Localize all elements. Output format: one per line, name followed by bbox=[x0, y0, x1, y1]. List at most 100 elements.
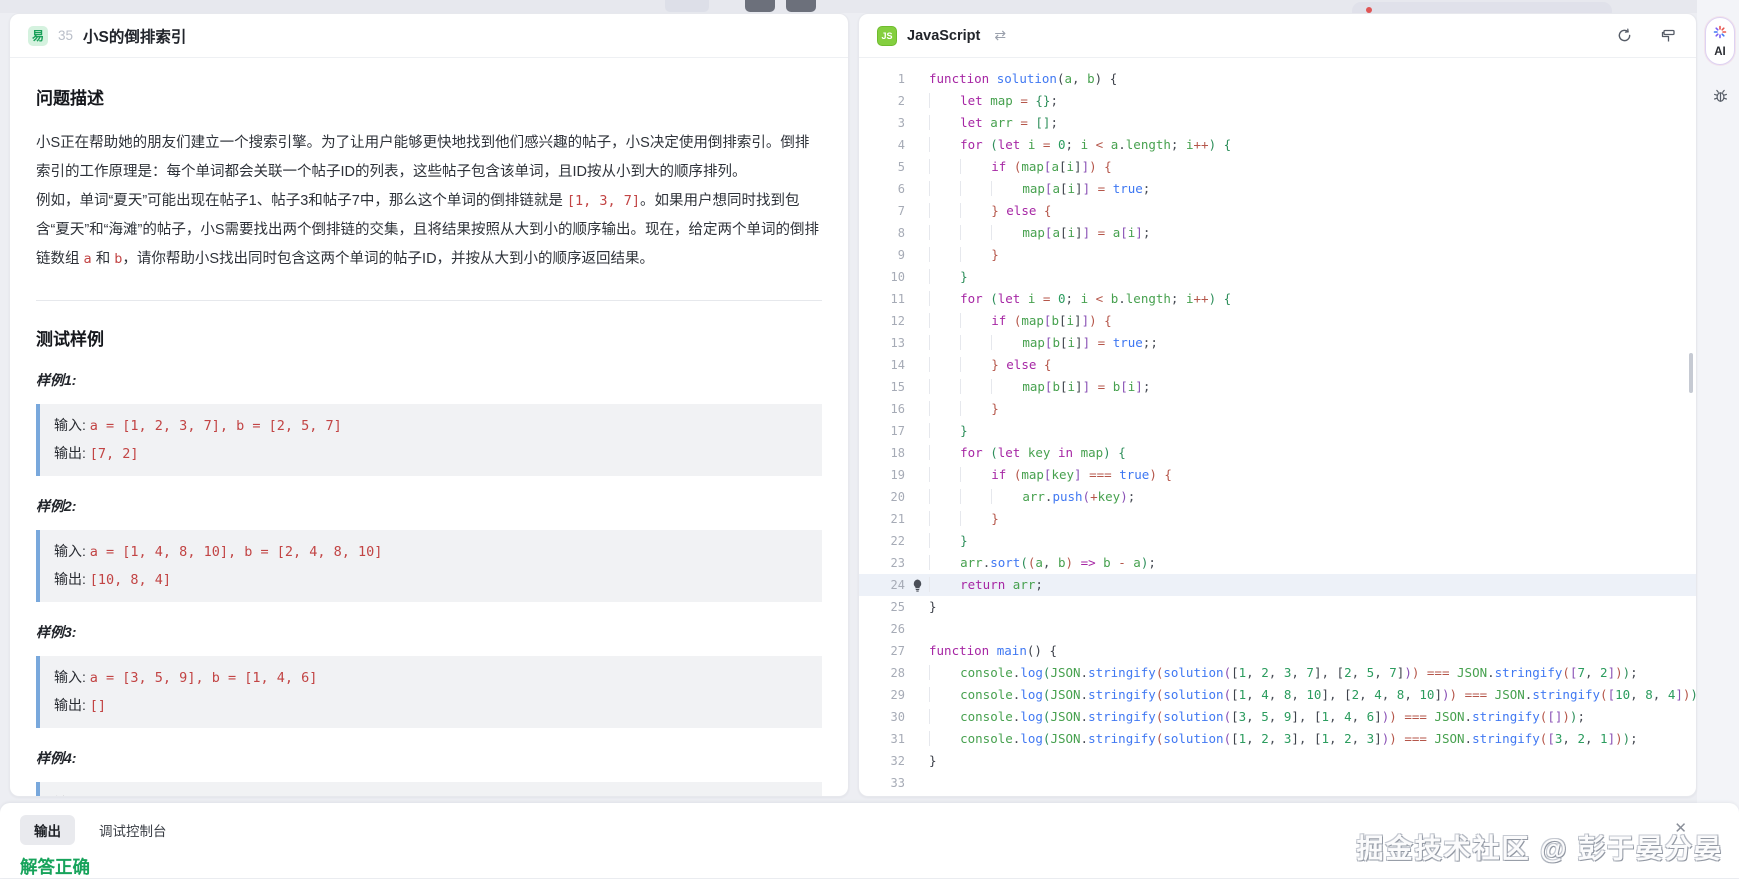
code-line[interactable]: 4 for (let i = 0; i < a.length; i++) { bbox=[859, 134, 1696, 156]
code-line[interactable]: 23 arr.sort((a, b) => b - a); bbox=[859, 552, 1696, 574]
io-value: [10, 8, 4] bbox=[90, 572, 171, 588]
gutter bbox=[905, 442, 929, 464]
code-line[interactable]: 15 map[b[i]] = b[i]; bbox=[859, 376, 1696, 398]
code-text: } bbox=[929, 398, 1696, 420]
code-line[interactable]: 31 console.log(JSON.stringify(solution([… bbox=[859, 728, 1696, 750]
code-line[interactable]: 22 } bbox=[859, 530, 1696, 552]
line-number: 15 bbox=[859, 376, 905, 398]
toolbar-button[interactable] bbox=[745, 0, 775, 12]
code-line[interactable]: 32} bbox=[859, 750, 1696, 772]
lightbulb-icon[interactable] bbox=[905, 574, 929, 596]
code-line[interactable]: 27function main() { bbox=[859, 640, 1696, 662]
code-line[interactable]: 6 map[a[i]] = true; bbox=[859, 178, 1696, 200]
line-number: 8 bbox=[859, 222, 905, 244]
switch-language-icon[interactable]: ⇄ bbox=[994, 27, 1006, 44]
code-line[interactable]: 20 arr.push(+key); bbox=[859, 486, 1696, 508]
example-label: 样例2: bbox=[36, 496, 822, 516]
tab-output[interactable]: 输出 bbox=[20, 815, 75, 845]
description-text: 例如，单词“夏天”可能出现在帖子1、帖子3和帖子7中，那么这个单词的倒排链就是 bbox=[36, 193, 567, 209]
code-editor[interactable]: 1function solution(a, b) {2 let map = {}… bbox=[859, 58, 1696, 797]
io-value: a = [1, 2, 3], b = [1, 2, 3] bbox=[90, 796, 318, 797]
code-text: } bbox=[929, 508, 1696, 530]
line-number: 10 bbox=[859, 266, 905, 288]
code-line[interactable]: 33 bbox=[859, 772, 1696, 794]
code-line[interactable]: 11 for (let i = 0; i < b.length; i++) { bbox=[859, 288, 1696, 310]
code-line[interactable]: 21 } bbox=[859, 508, 1696, 530]
inline-code: a bbox=[84, 251, 92, 267]
description-paragraph: 例如，单词“夏天”可能出现在帖子1、帖子3和帖子7中，那么这个单词的倒排链就是 … bbox=[36, 187, 822, 274]
close-icon[interactable]: ✕ bbox=[1674, 819, 1687, 837]
code-line[interactable]: 10 } bbox=[859, 266, 1696, 288]
code-line[interactable]: 3 let arr = []; bbox=[859, 112, 1696, 134]
description-text: ，请你帮助小S找出同时包含这两个单词的帖子ID，并按从大到小的顺序返回结果。 bbox=[122, 251, 654, 267]
gutter bbox=[905, 156, 929, 178]
code-line[interactable]: 2 let map = {}; bbox=[859, 90, 1696, 112]
description-text: 和 bbox=[92, 251, 115, 267]
gutter bbox=[905, 464, 929, 486]
problem-description: 小S正在帮助她的朋友们建立一个搜索引擎。为了让用户能够更快地找到他们感兴趣的帖子… bbox=[36, 129, 822, 274]
code-text: function main() { bbox=[929, 640, 1696, 662]
gutter bbox=[905, 376, 929, 398]
code-line[interactable]: 14 } else { bbox=[859, 354, 1696, 376]
gutter bbox=[905, 354, 929, 376]
code-line[interactable]: 18 for (let key in map) { bbox=[859, 442, 1696, 464]
examples-heading: 测试样例 bbox=[36, 325, 822, 350]
problem-content: 问题描述 小S正在帮助她的朋友们建立一个搜索引擎。为了让用户能够更快地找到他们感… bbox=[10, 58, 848, 797]
code-text: for (let i = 0; i < b.length; i++) { bbox=[929, 288, 1696, 310]
problem-id: 35 bbox=[58, 28, 73, 43]
code-line[interactable]: 9 } bbox=[859, 244, 1696, 266]
code-line[interactable]: 7 } else { bbox=[859, 200, 1696, 222]
gutter bbox=[905, 772, 929, 794]
code-line[interactable]: 30 console.log(JSON.stringify(solution([… bbox=[859, 706, 1696, 728]
language-label: JavaScript bbox=[907, 28, 980, 44]
toolbar-button[interactable] bbox=[786, 0, 816, 12]
code-line[interactable]: 5 if (map[a[i]]) { bbox=[859, 156, 1696, 178]
code-line[interactable]: 13 map[b[i]] = true;; bbox=[859, 332, 1696, 354]
gutter bbox=[905, 706, 929, 728]
code-text: map[b[i]] = b[i]; bbox=[929, 376, 1696, 398]
code-line[interactable]: 24 return arr; bbox=[859, 574, 1696, 596]
code-line[interactable]: 19 if (map[key] === true) { bbox=[859, 464, 1696, 486]
toolbar-button[interactable] bbox=[665, 0, 709, 12]
line-number: 32 bbox=[859, 750, 905, 772]
code-line[interactable]: 28 console.log(JSON.stringify(solution([… bbox=[859, 662, 1696, 684]
code-line[interactable]: 26 bbox=[859, 618, 1696, 640]
example-row: 输入: a = [1, 4, 8, 10], b = [2, 4, 8, 10] bbox=[54, 538, 808, 566]
code-line[interactable]: 12 if (map[b[i]]) { bbox=[859, 310, 1696, 332]
gutter bbox=[905, 596, 929, 618]
ai-assistant-button[interactable]: AI bbox=[1705, 17, 1735, 65]
debug-bug-icon[interactable] bbox=[1709, 84, 1731, 106]
code-text: } bbox=[929, 244, 1696, 266]
line-number: 2 bbox=[859, 90, 905, 112]
line-number: 16 bbox=[859, 398, 905, 420]
gutter bbox=[905, 244, 929, 266]
line-number: 6 bbox=[859, 178, 905, 200]
gutter bbox=[905, 398, 929, 420]
line-number: 12 bbox=[859, 310, 905, 332]
io-label: 输出: bbox=[54, 571, 90, 587]
example-block: 输入: a = [1, 2, 3], b = [1, 2, 3]输出: [3, … bbox=[36, 782, 822, 797]
code-line[interactable]: 25} bbox=[859, 596, 1696, 618]
io-value: [7, 2] bbox=[90, 446, 139, 462]
format-code-button[interactable] bbox=[1658, 26, 1678, 46]
examples-list: 样例1:输入: a = [1, 2, 3, 7], b = [2, 5, 7]输… bbox=[36, 370, 822, 797]
code-line[interactable]: 29 console.log(JSON.stringify(solution([… bbox=[859, 684, 1696, 706]
javascript-icon: JS bbox=[877, 26, 897, 46]
editor-scrollbar-thumb[interactable] bbox=[1689, 353, 1693, 393]
tab-console[interactable]: 调试控制台 bbox=[85, 815, 181, 845]
line-number: 1 bbox=[859, 68, 905, 90]
code-text: if (map[key] === true) { bbox=[929, 464, 1696, 486]
browser-chrome-strip bbox=[0, 0, 1739, 13]
code-line[interactable]: 16 } bbox=[859, 398, 1696, 420]
gutter bbox=[905, 530, 929, 552]
gutter bbox=[905, 552, 929, 574]
gutter bbox=[905, 618, 929, 640]
line-number: 9 bbox=[859, 244, 905, 266]
code-line[interactable]: 8 map[a[i]] = a[i]; bbox=[859, 222, 1696, 244]
gutter bbox=[905, 640, 929, 662]
code-line[interactable]: 1function solution(a, b) { bbox=[859, 68, 1696, 90]
code-line[interactable]: 17 } bbox=[859, 420, 1696, 442]
line-number: 28 bbox=[859, 662, 905, 684]
reset-code-button[interactable] bbox=[1614, 26, 1634, 46]
example-row: 输出: [7, 2] bbox=[54, 440, 808, 468]
